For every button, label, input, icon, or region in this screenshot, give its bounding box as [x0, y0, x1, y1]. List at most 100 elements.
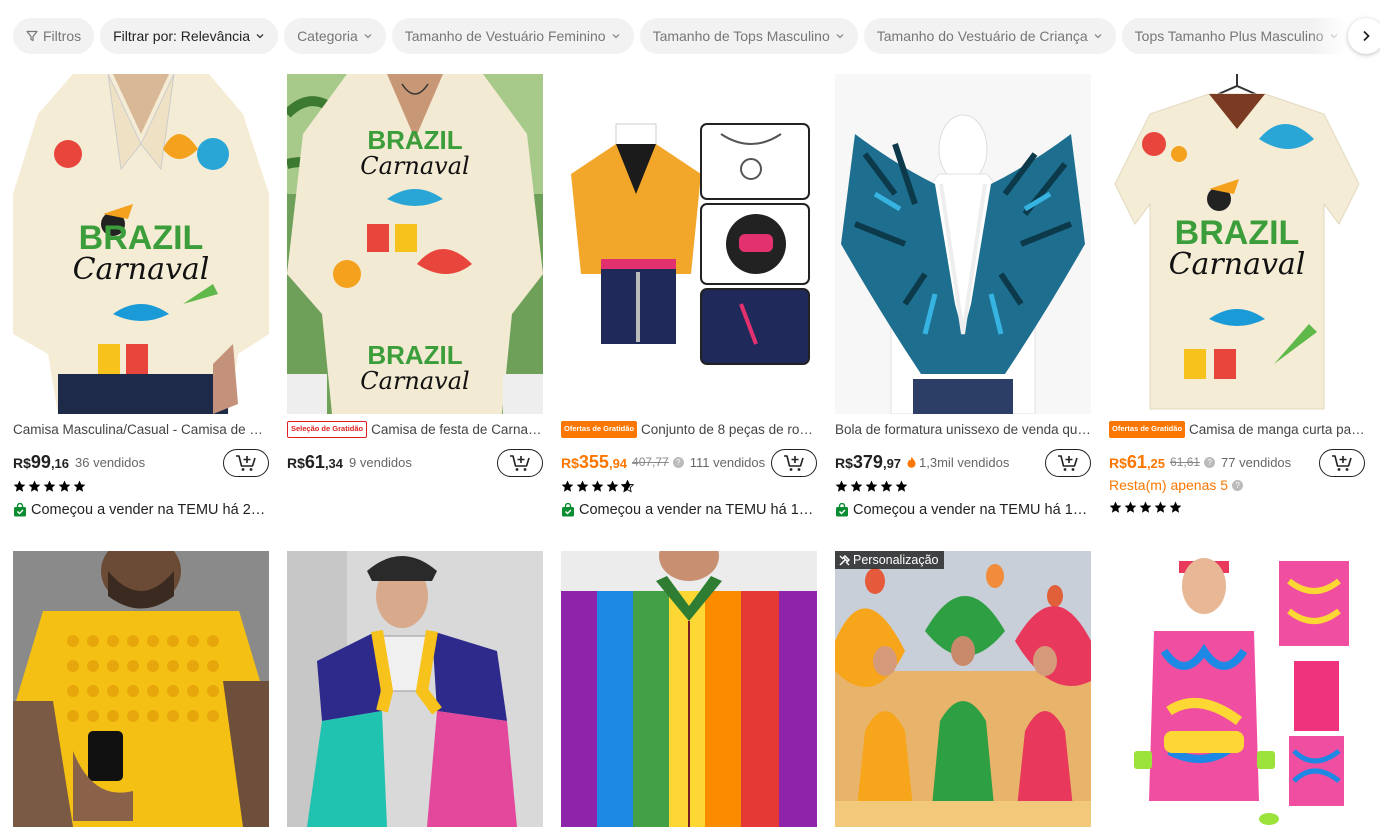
product-card[interactable]: BRAZIL Carnaval Ofertas de Gratidão Cami…: [1109, 74, 1365, 516]
product-card[interactable]: [561, 551, 817, 827]
seller-info: Começou a vender na TEMU há 1 ano: [835, 500, 1091, 520]
category-dropdown[interactable]: Categoria: [284, 18, 386, 54]
product-image[interactable]: [561, 551, 817, 827]
product-card[interactable]: Bola de formatura unissexo de venda quen…: [835, 74, 1091, 520]
price-row: R$61,34 9 vendidos: [287, 449, 543, 477]
gratitude-selection-badge: Seleção de Gratidão: [287, 420, 368, 438]
product-title[interactable]: Camisa de festa de Carnaval Brazil mascu…: [371, 422, 543, 437]
price-row: R$379,97 1,3mil vendidos: [835, 449, 1091, 477]
star-icon: [606, 480, 619, 492]
rating-stars: [13, 477, 269, 495]
product-image[interactable]: [835, 74, 1091, 414]
gratitude-deals-badge: Ofertas de Gratidão: [1109, 420, 1186, 438]
low-stock-text: Resta(m) apenas 5: [1109, 477, 1229, 493]
half-star-icon: [621, 479, 634, 493]
sold-count: 77 vendidos: [1221, 454, 1292, 470]
star-icon: [865, 480, 878, 492]
cart-plus-icon: [1058, 455, 1078, 471]
info-icon[interactable]: ?: [1204, 456, 1216, 468]
star-icon: [591, 480, 604, 492]
category-label: Categoria: [297, 28, 358, 44]
star-icon: [43, 480, 56, 492]
product-image[interactable]: [1109, 551, 1365, 827]
mens-tops-size-dropdown[interactable]: Tamanho de Tops Masculino: [639, 18, 858, 54]
product-title[interactable]: Camisa de manga curta para o Carnaval do…: [1189, 422, 1365, 437]
price-row: R$355,94 407,77 ? 111 vendidos: [561, 449, 817, 477]
filter-icon: [26, 30, 38, 42]
chevron-down-icon: [364, 34, 372, 39]
product-image[interactable]: [287, 551, 543, 827]
sold-count: 1,3mil vendidos: [919, 454, 1010, 470]
sold-count: 36 vendidos: [75, 454, 146, 470]
product-title-row: Ofertas de Gratidão Camisa de manga curt…: [1109, 420, 1365, 438]
product-image[interactable]: [835, 551, 1091, 827]
add-to-cart-button[interactable]: [771, 449, 817, 477]
star-icon: [73, 480, 86, 492]
chevron-down-icon: [1094, 34, 1102, 39]
cart-plus-icon: [510, 455, 530, 471]
product-price: R$379,97: [835, 451, 902, 472]
chevron-right-icon: [1363, 30, 1370, 42]
product-card[interactable]: [287, 551, 543, 827]
chevron-down-icon: [836, 34, 844, 39]
product-title[interactable]: Bola de formatura unissexo de venda quen…: [835, 422, 1091, 437]
product-image[interactable]: BRAZIL Carnaval: [1109, 74, 1365, 414]
star-icon: [850, 480, 863, 492]
star-icon: [835, 480, 848, 492]
product-title[interactable]: Camisa Masculina/Casual - Camisa de Mang…: [13, 422, 269, 437]
star-icon: [1139, 501, 1152, 513]
product-card[interactable]: [13, 551, 269, 827]
seller-text: Começou a vender na TEMU há 1 ano: [853, 502, 1091, 518]
filters-label: Filtros: [43, 28, 82, 44]
product-image[interactable]: BRAZIL Carnaval: [13, 74, 269, 414]
customize-icon: [839, 554, 850, 566]
womens-size-dropdown[interactable]: Tamanho de Vestuário Feminino: [391, 18, 634, 54]
product-card[interactable]: BRAZIL Carnaval Camisa Masculina/Casual …: [13, 74, 269, 520]
product-price: R$61,25: [1109, 451, 1166, 472]
add-to-cart-button[interactable]: [223, 449, 269, 477]
plus-tops-size-label: Tops Tamanho Plus Masculino: [1134, 28, 1324, 44]
product-image[interactable]: [561, 74, 817, 414]
seller-text: Começou a vender na TEMU há 1 mês: [579, 502, 817, 518]
fire-icon: [907, 456, 916, 468]
product-title-row: Seleção de Gratidão Camisa de festa de C…: [287, 420, 543, 438]
filters-button[interactable]: Filtros: [13, 18, 95, 54]
product-image[interactable]: [13, 551, 269, 827]
original-price: 61,61: [1170, 455, 1201, 469]
shopping-bag-icon: [836, 503, 848, 517]
star-icon: [1169, 501, 1182, 513]
seller-text: Começou a vender na TEMU há 2 meses: [31, 502, 269, 518]
add-to-cart-button[interactable]: [1045, 449, 1091, 477]
product-card[interactable]: Ofertas de Gratidão Conjunto de 8 peças …: [561, 74, 817, 520]
seller-info: Começou a vender na TEMU há 1 mês: [561, 500, 817, 520]
star-icon: [28, 480, 41, 492]
svg-text:Carnaval: Carnaval: [1169, 247, 1306, 282]
product-card[interactable]: BRAZIL Carnaval BRAZIL Carnaval Seleção …: [287, 74, 543, 477]
sort-label: Filtrar por: Relevância: [113, 28, 251, 44]
scroll-right-button[interactable]: [1348, 18, 1380, 54]
gratitude-deals-badge: Ofertas de Gratidão: [561, 420, 638, 438]
product-card[interactable]: Personalização: [835, 551, 1091, 827]
info-icon[interactable]: ?: [1232, 479, 1244, 491]
star-icon: [58, 480, 71, 492]
star-icon: [561, 480, 574, 492]
add-to-cart-button[interactable]: [1319, 449, 1365, 477]
product-title[interactable]: Conjunto de 8 peças de roupa cosplay fem…: [641, 422, 817, 437]
svg-text:BRAZIL: BRAZIL: [367, 340, 462, 370]
info-icon[interactable]: ?: [672, 456, 684, 468]
svg-text:BRAZIL: BRAZIL: [367, 125, 462, 155]
cart-plus-icon: [236, 455, 256, 471]
product-image[interactable]: BRAZIL Carnaval BRAZIL Carnaval: [287, 74, 543, 414]
seller-info: Começou a vender na TEMU há 2 meses: [13, 500, 269, 520]
product-card[interactable]: [1109, 551, 1365, 827]
svg-text:Carnaval: Carnaval: [73, 252, 210, 287]
cart-plus-icon: [784, 455, 804, 471]
price-row: R$61,25 61,61 ? 77 vendidos: [1109, 449, 1365, 477]
add-to-cart-button[interactable]: [497, 449, 543, 477]
kids-size-dropdown[interactable]: Tamanho do Vestuário de Criança: [863, 18, 1116, 54]
rating-stars: [1109, 498, 1365, 516]
sort-dropdown[interactable]: Filtrar por: Relevância: [100, 18, 279, 54]
star-icon: [895, 480, 908, 492]
rating-stars: [561, 477, 817, 495]
original-price: 407,77: [632, 455, 669, 469]
